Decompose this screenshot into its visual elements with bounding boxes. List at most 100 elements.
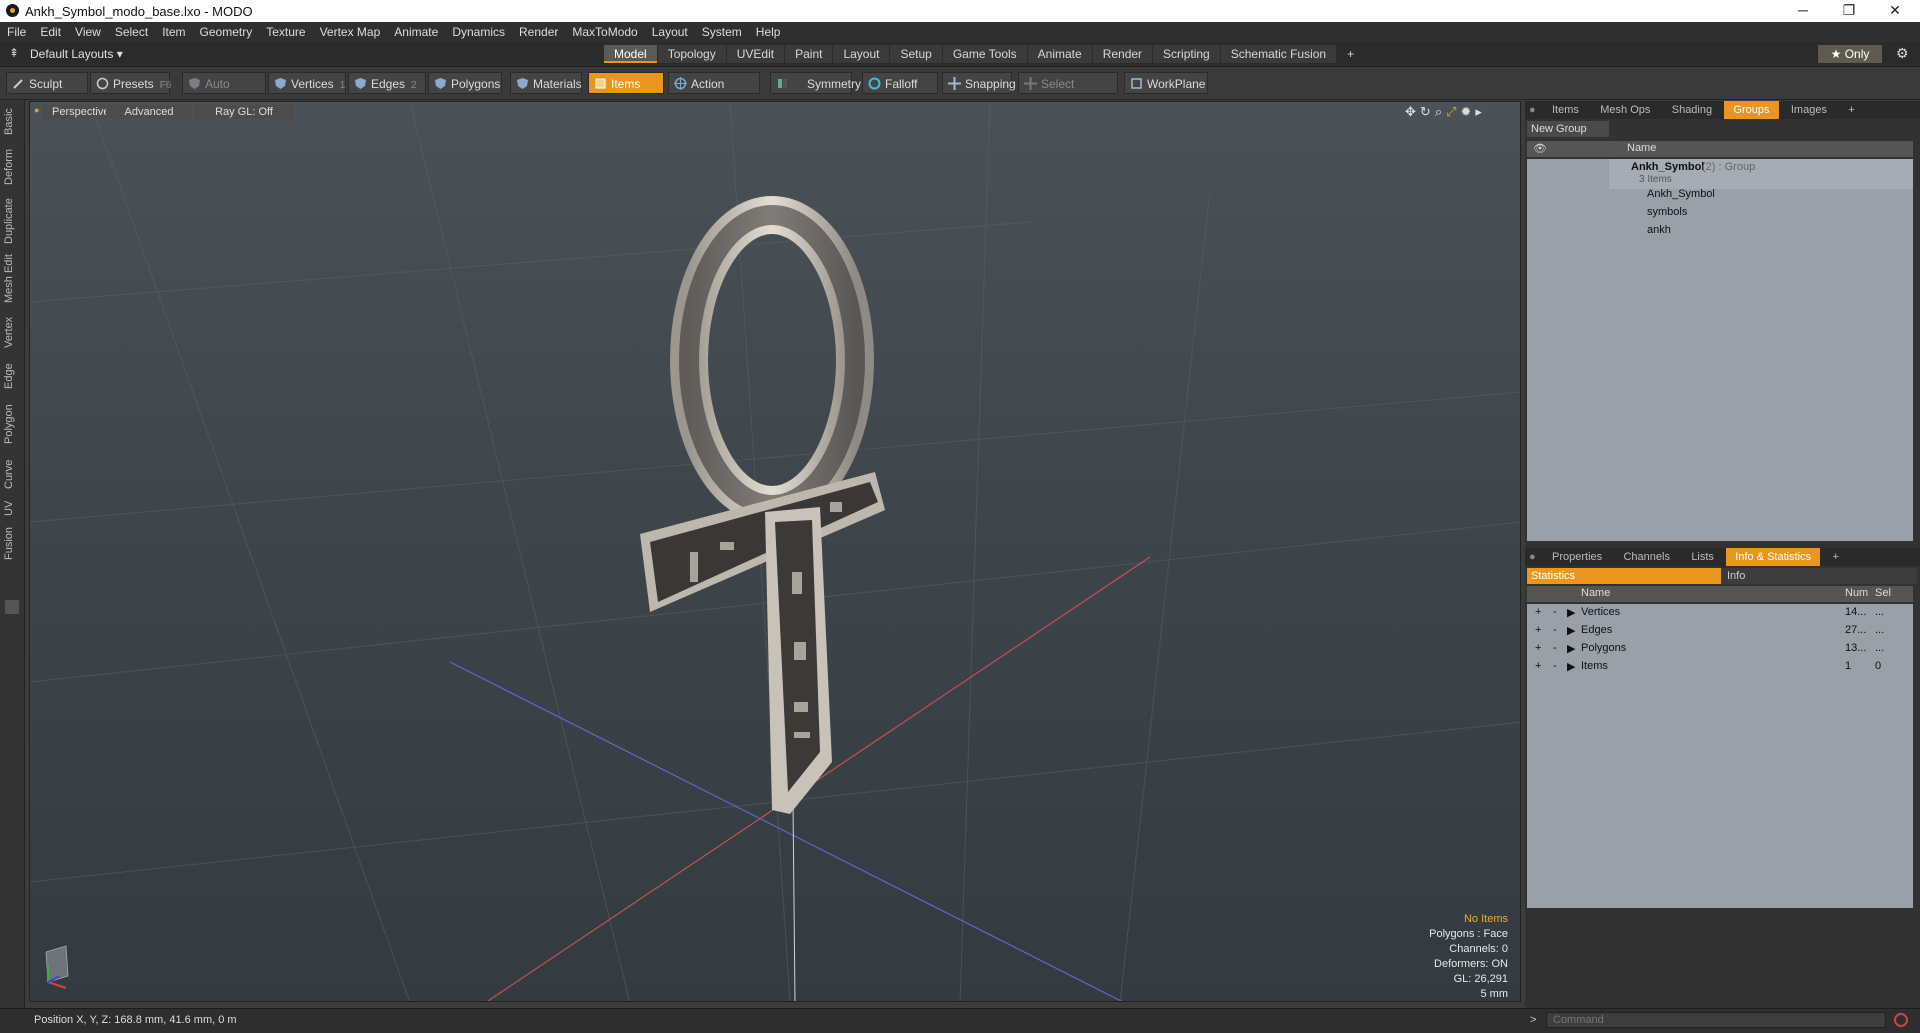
menu-help[interactable]: Help	[749, 22, 788, 42]
tab-lists[interactable]: Lists	[1682, 548, 1723, 566]
tab-duplicate[interactable]: Duplicate	[3, 196, 21, 246]
expand-arrow-icon[interactable]: ▶	[1567, 660, 1575, 673]
tab-uvedit[interactable]: UVEdit	[726, 45, 785, 63]
menu-layout[interactable]: Layout	[645, 22, 695, 42]
eye-icon[interactable]: 👁	[1533, 142, 1547, 155]
menu-maxtomodo[interactable]: MaxToModo	[565, 22, 644, 42]
action-center-button[interactable]: Action Center	[668, 72, 760, 113]
table-row[interactable]: + - ▶ Edges 27... ...	[1527, 622, 1913, 640]
zoom-icon[interactable]: ⌕	[1435, 104, 1442, 120]
rotate-icon[interactable]: ↻	[1420, 104, 1431, 120]
tab-paint[interactable]: Paint	[785, 45, 833, 63]
tab-scripting[interactable]: Scripting	[1153, 45, 1220, 63]
tab-shading[interactable]: Shading	[1663, 101, 1721, 119]
tab-properties[interactable]: Properties	[1543, 548, 1611, 566]
expand-arrow-icon[interactable]: ▶	[1567, 624, 1575, 637]
menu-vertex-map[interactable]: Vertex Map	[313, 22, 388, 42]
sculpt-button[interactable]: Sculpt	[6, 72, 88, 94]
materials-button[interactable]: Materials	[510, 72, 582, 94]
command-input[interactable]	[1546, 1012, 1886, 1028]
tab-vertex[interactable]: Vertex	[3, 312, 21, 352]
layout-selector[interactable]: Default Layouts ▾	[30, 47, 123, 61]
menu-render[interactable]: Render	[512, 22, 565, 42]
tab-curve[interactable]: Curve	[3, 456, 21, 492]
3d-viewport[interactable]: Perspective Advanced Ray GL: Off ● ✥ ↻ ⌕…	[29, 101, 1521, 1002]
tab-render[interactable]: Render	[1092, 45, 1153, 63]
menu-item[interactable]: Item	[155, 22, 192, 42]
tab-edge[interactable]: Edge	[3, 360, 21, 392]
raygl-button[interactable]: Ray GL: Off	[194, 105, 294, 119]
tab-game-tools[interactable]: Game Tools	[942, 45, 1027, 63]
collapse-arrow-icon[interactable]: ⇞	[9, 46, 19, 60]
menu-edit[interactable]: Edit	[33, 22, 68, 42]
pan-icon[interactable]: ✥	[1405, 104, 1416, 120]
tab-animate[interactable]: Animate	[1027, 45, 1092, 63]
brush-icon	[13, 79, 23, 89]
toolbox-toggle-button[interactable]	[5, 600, 19, 614]
tab-items[interactable]: Items	[1543, 101, 1588, 119]
menu-view[interactable]: View	[68, 22, 108, 42]
expand-arrow-icon[interactable]: ▶	[1567, 606, 1575, 619]
tab-info-statistics[interactable]: Info & Statistics	[1726, 548, 1821, 566]
tab-mesh-edit[interactable]: Mesh Edit	[3, 254, 21, 304]
polygons-button[interactable]: Polygons	[428, 72, 502, 94]
viewport-expand-icon[interactable]: ▸	[1475, 104, 1482, 120]
vertices-button[interactable]: Vertices 1	[268, 72, 346, 94]
tree-item-symbols[interactable]: symbols	[1647, 206, 1687, 218]
maximize-button[interactable]: ❐	[1826, 0, 1872, 22]
add-tab-button[interactable]: +	[1337, 45, 1364, 63]
tab-uv[interactable]: UV	[3, 498, 21, 518]
minimize-button[interactable]: ─	[1780, 0, 1826, 22]
gear-icon[interactable]: ⚙	[1896, 45, 1909, 62]
tree-item-ankh-symbol[interactable]: Ankh_Symbol	[1647, 188, 1715, 200]
menu-texture[interactable]: Texture	[259, 22, 312, 42]
tab-fusion[interactable]: Fusion	[3, 524, 21, 562]
new-group-button[interactable]: New Group	[1527, 121, 1609, 137]
expand-arrow-icon[interactable]: ▶	[1567, 642, 1575, 655]
tab-polygon[interactable]: Polygon	[3, 400, 21, 448]
subtab-info[interactable]: Info	[1721, 568, 1917, 584]
auto-select-button[interactable]: Auto Select	[182, 72, 266, 113]
tab-model[interactable]: Model	[604, 45, 657, 63]
record-icon[interactable]	[1894, 1013, 1908, 1027]
menu-animate[interactable]: Animate	[387, 22, 445, 42]
position-readout: Position X, Y, Z: 168.8 mm, 41.6 mm, 0 m	[34, 1014, 237, 1026]
symmetry-button[interactable]: Symmetry	[770, 72, 861, 94]
only-button[interactable]: ★ Only	[1818, 45, 1882, 63]
snapping-button[interactable]: Snapping	[942, 72, 1016, 94]
table-row[interactable]: + - ▶ Items 1 0	[1527, 658, 1913, 676]
viewport-menu-dot-icon[interactable]: ●	[34, 105, 39, 115]
tab-channels[interactable]: Channels	[1614, 548, 1678, 566]
viewport-settings-icon[interactable]: ✹	[1461, 104, 1472, 120]
menu-geometry[interactable]: Geometry	[193, 22, 260, 42]
tab-setup[interactable]: Setup	[890, 45, 942, 63]
tab-basic[interactable]: Basic	[3, 106, 21, 138]
presets-button[interactable]: Presets F6	[90, 72, 171, 94]
menu-select[interactable]: Select	[108, 22, 155, 42]
menu-file[interactable]: File	[0, 22, 33, 42]
tab-images[interactable]: Images	[1782, 101, 1836, 119]
tree-item-ankh[interactable]: ankh	[1647, 224, 1671, 236]
close-button[interactable]: ✕	[1872, 0, 1918, 22]
shading-mode-button[interactable]: Advanced	[106, 105, 192, 119]
select-through-button[interactable]: Select Through	[1018, 72, 1118, 113]
tab-schematic-fusion[interactable]: Schematic Fusion	[1220, 45, 1337, 63]
tab-layout[interactable]: Layout	[833, 45, 890, 63]
add-panel-tab-button[interactable]: +	[1823, 548, 1847, 566]
falloff-button[interactable]: Falloff	[862, 72, 938, 94]
table-row[interactable]: + - ▶ Polygons 13... ...	[1527, 640, 1913, 658]
tab-groups[interactable]: Groups	[1724, 101, 1779, 119]
group-name[interactable]: Ankh_Symbol	[1631, 161, 1704, 173]
menu-system[interactable]: System	[695, 22, 749, 42]
table-row[interactable]: + - ▶ Vertices 14... ...	[1527, 604, 1913, 622]
tab-deform[interactable]: Deform	[3, 146, 21, 188]
fit-icon[interactable]: ⤢	[1446, 104, 1456, 120]
tab-mesh-ops[interactable]: Mesh Ops	[1591, 101, 1659, 119]
workplane-button[interactable]: WorkPlane	[1124, 72, 1208, 94]
edges-button[interactable]: Edges 2	[348, 72, 426, 94]
tab-topology[interactable]: Topology	[657, 45, 726, 63]
add-panel-tab-button[interactable]: +	[1839, 101, 1863, 119]
subtab-statistics[interactable]: Statistics	[1527, 568, 1721, 584]
items-button[interactable]: Items	[588, 72, 664, 94]
menu-dynamics[interactable]: Dynamics	[445, 22, 512, 42]
